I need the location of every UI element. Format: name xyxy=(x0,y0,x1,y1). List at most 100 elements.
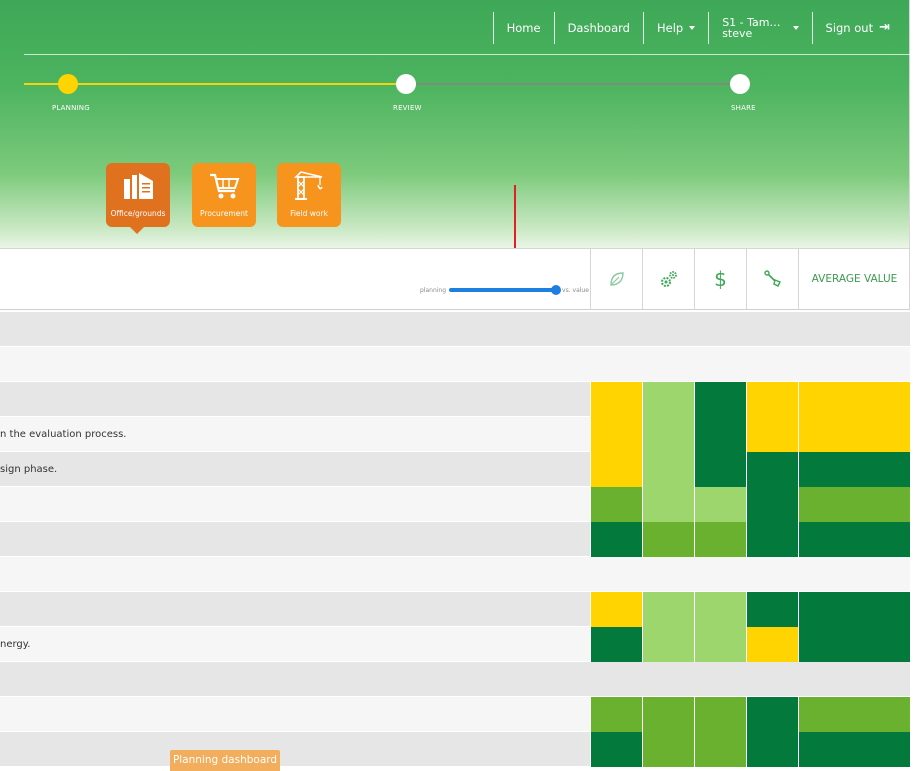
rating-cell[interactable] xyxy=(694,382,746,417)
average-value-label: AVERAGE VALUE xyxy=(811,273,898,285)
rating-cell[interactable] xyxy=(694,487,746,522)
rating-cell[interactable] xyxy=(798,487,910,522)
row-label: nergy. xyxy=(0,639,31,650)
rating-cell[interactable] xyxy=(590,487,642,522)
rating-cell[interactable] xyxy=(746,697,798,732)
rating-cell[interactable] xyxy=(590,732,642,767)
user-menu[interactable]: S1 - Tam… steve xyxy=(708,11,811,44)
progress-track-pending xyxy=(404,83,740,85)
rating-cell[interactable] xyxy=(694,697,746,732)
toggle-knob[interactable] xyxy=(551,285,562,295)
leaf-icon xyxy=(609,272,624,286)
table-row[interactable] xyxy=(0,592,910,627)
rating-cell[interactable] xyxy=(746,452,798,487)
category-label: Procurement xyxy=(200,209,248,218)
rating-cell[interactable] xyxy=(746,732,798,767)
rating-cell[interactable] xyxy=(642,627,694,662)
step-dot-review[interactable] xyxy=(396,74,416,94)
dollar-icon: $ xyxy=(714,267,727,291)
column-header-average-value[interactable]: AVERAGE VALUE xyxy=(798,248,910,310)
table-row[interactable] xyxy=(0,522,910,557)
category-tile-office-grounds[interactable]: Office/grounds xyxy=(106,163,170,227)
rating-cell[interactable] xyxy=(746,627,798,662)
rating-cell[interactable] xyxy=(590,452,642,487)
sign-out-link[interactable]: Sign out ⇥ xyxy=(811,11,903,44)
active-tile-pointer xyxy=(130,227,144,234)
annotation-arrow xyxy=(514,185,516,255)
planning-dashboard-label: Planning dashboard xyxy=(172,754,278,766)
nav-help-dropdown[interactable]: Help xyxy=(642,11,708,44)
rating-cell[interactable] xyxy=(590,697,642,732)
hero-banner: Home Dashboard Help S1 - Tam… steve Sign… xyxy=(0,0,910,248)
table-row[interactable] xyxy=(0,697,910,732)
planning-value-toggle[interactable]: planning vs. value xyxy=(420,284,589,296)
step-label-share: SHARE xyxy=(731,104,756,112)
rating-cell[interactable] xyxy=(694,452,746,487)
rating-cell[interactable] xyxy=(798,417,910,452)
table-row[interactable] xyxy=(0,347,910,382)
rating-cell[interactable] xyxy=(798,627,910,662)
rating-cell[interactable] xyxy=(590,592,642,627)
rating-cell[interactable] xyxy=(798,522,910,557)
rating-cell[interactable] xyxy=(642,452,694,487)
table-row[interactable] xyxy=(0,487,910,522)
rating-cell[interactable] xyxy=(694,522,746,557)
rating-cell[interactable] xyxy=(746,417,798,452)
rating-cell[interactable] xyxy=(642,487,694,522)
table-row[interactable]: nergy. xyxy=(0,627,910,662)
column-header-operations[interactable] xyxy=(642,248,694,310)
rating-cell[interactable] xyxy=(642,592,694,627)
rating-cell[interactable] xyxy=(590,522,642,557)
rating-cell[interactable] xyxy=(590,417,642,452)
rating-cell[interactable] xyxy=(746,382,798,417)
rating-cell[interactable] xyxy=(798,592,910,627)
gears-icon xyxy=(660,271,677,287)
rating-cell[interactable] xyxy=(642,417,694,452)
rating-cell[interactable] xyxy=(746,487,798,522)
column-header-field[interactable] xyxy=(746,248,798,310)
rating-cell[interactable] xyxy=(590,382,642,417)
column-header-environment[interactable] xyxy=(590,248,642,310)
table-row[interactable] xyxy=(0,732,910,767)
row-label: n the evaluation process. xyxy=(0,429,127,440)
nav-home-link[interactable]: Home xyxy=(492,11,554,44)
rating-cell[interactable] xyxy=(798,697,910,732)
column-header-cost[interactable]: $ xyxy=(694,248,746,310)
rating-cell[interactable] xyxy=(590,627,642,662)
rating-cell[interactable] xyxy=(642,697,694,732)
step-label-review: REVIEW xyxy=(393,104,422,112)
table-row[interactable]: sign phase. xyxy=(0,452,910,487)
rating-cell[interactable] xyxy=(694,592,746,627)
rating-cell[interactable] xyxy=(798,452,910,487)
sign-out-icon: ⇥ xyxy=(879,20,890,35)
step-dot-planning[interactable] xyxy=(58,74,78,94)
nav-home-label: Home xyxy=(506,20,541,35)
nav-divider xyxy=(24,54,910,55)
rating-cell[interactable] xyxy=(694,417,746,452)
table-row[interactable]: n the evaluation process. xyxy=(0,417,910,452)
row-label: sign phase. xyxy=(0,464,58,475)
toggle-track[interactable] xyxy=(449,285,562,295)
planning-dashboard-tab[interactable]: Planning dashboard xyxy=(170,750,280,771)
chevron-down-icon xyxy=(689,25,696,30)
table-row[interactable] xyxy=(0,662,910,697)
category-tile-field-work[interactable]: Field work xyxy=(277,163,341,227)
building-icon xyxy=(106,171,170,201)
table-row[interactable] xyxy=(0,312,910,347)
rating-cell[interactable] xyxy=(642,732,694,767)
category-tile-procurement[interactable]: Procurement xyxy=(192,163,256,227)
rating-cell[interactable] xyxy=(642,382,694,417)
step-dot-share[interactable] xyxy=(730,74,750,94)
table-row[interactable] xyxy=(0,557,910,592)
nav-dashboard-link[interactable]: Dashboard xyxy=(553,11,643,44)
rating-cell[interactable] xyxy=(746,522,798,557)
rating-cell[interactable] xyxy=(642,522,694,557)
rating-cell[interactable] xyxy=(694,732,746,767)
sign-out-label: Sign out xyxy=(825,20,874,35)
rating-cell[interactable] xyxy=(746,592,798,627)
cart-icon xyxy=(192,171,256,201)
rating-cell[interactable] xyxy=(694,627,746,662)
rating-cell[interactable] xyxy=(798,732,910,767)
rating-cell[interactable] xyxy=(798,382,910,417)
table-row[interactable] xyxy=(0,382,910,417)
